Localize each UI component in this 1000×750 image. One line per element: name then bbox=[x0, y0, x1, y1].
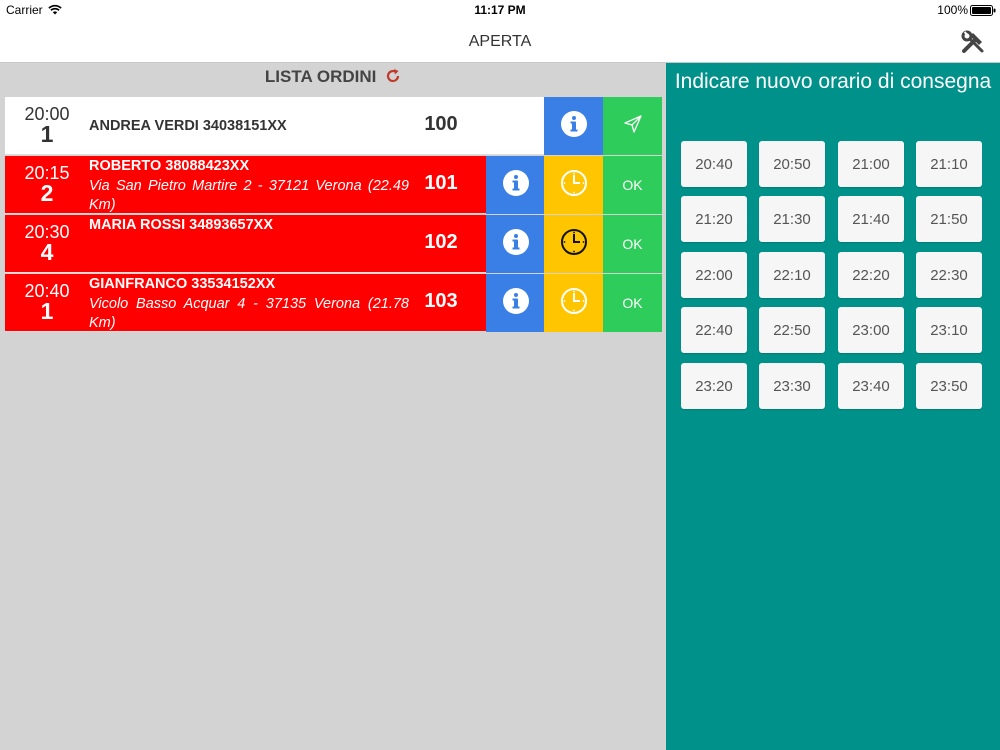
time-slot-button[interactable]: 21:20 bbox=[681, 196, 747, 242]
time-slot-button[interactable]: 22:50 bbox=[759, 307, 825, 353]
delivery-time-panel: Indicare nuovo orario di consegna 20:40 2… bbox=[666, 63, 1000, 750]
tools-icon[interactable] bbox=[960, 29, 986, 55]
order-number: 103 bbox=[424, 290, 458, 312]
info-button[interactable] bbox=[544, 97, 603, 155]
order-customer-cell: ANDREA VERDI 34038151XX bbox=[89, 97, 411, 155]
list-header: LISTA ORDINI bbox=[0, 67, 666, 87]
info-icon bbox=[502, 228, 530, 261]
time-slot-button[interactable]: 22:40 bbox=[681, 307, 747, 353]
time-slot-button[interactable]: 21:40 bbox=[838, 196, 904, 242]
time-slot-button[interactable]: 21:10 bbox=[916, 141, 982, 187]
ok-button[interactable]: OK bbox=[603, 215, 662, 273]
clock-icon bbox=[560, 169, 588, 202]
time-slot-button[interactable]: 20:40 bbox=[681, 141, 747, 187]
refresh-icon[interactable] bbox=[385, 68, 401, 84]
change-time-button[interactable] bbox=[544, 156, 603, 214]
send-button[interactable] bbox=[603, 97, 662, 155]
order-quantity: 4 bbox=[40, 239, 54, 265]
order-time-cell: 20:15 2 bbox=[5, 156, 89, 214]
order-quantity: 1 bbox=[40, 121, 54, 147]
info-icon bbox=[502, 287, 530, 320]
time-slot-button[interactable]: 22:30 bbox=[916, 252, 982, 298]
send-icon bbox=[622, 113, 644, 140]
order-quantity: 1 bbox=[40, 298, 54, 324]
info-button[interactable] bbox=[486, 274, 545, 332]
order-row[interactable]: 20:40 1 GIANFRANCO 33534152XX Vicolo Basso … bbox=[5, 274, 662, 332]
order-customer-cell: GIANFRANCO 33534152XX Vicolo Basso Acquar… bbox=[89, 274, 411, 332]
info-button[interactable] bbox=[486, 156, 545, 214]
order-row[interactable]: 20:00 1 ANDREA VERDI 34038151XX 100 bbox=[5, 97, 662, 155]
time-slot-button[interactable]: 22:20 bbox=[838, 252, 904, 298]
time-slot-button[interactable]: 21:50 bbox=[916, 196, 982, 242]
order-customer-cell: ROBERTO 38088423XX Via San Pietro Martire… bbox=[89, 156, 411, 214]
battery-icon bbox=[970, 5, 996, 16]
nav-bar: APERTA bbox=[0, 20, 1000, 63]
time-slot-button[interactable]: 23:10 bbox=[916, 307, 982, 353]
ok-button[interactable]: OK bbox=[603, 156, 662, 214]
order-number: 101 bbox=[424, 172, 458, 194]
info-button[interactable] bbox=[486, 215, 545, 273]
customer-name: GIANFRANCO 33534152XX bbox=[89, 276, 276, 292]
customer-name: ANDREA VERDI 34038151XX bbox=[89, 118, 287, 134]
ok-label: OK bbox=[622, 236, 643, 252]
clock-icon bbox=[560, 287, 588, 320]
ok-label: OK bbox=[622, 177, 643, 193]
status-bar: Carrier 11:17 PM 100% bbox=[0, 0, 1000, 20]
customer-address: Vicolo Basso Acquar 4 - 37135 Verona (21… bbox=[89, 296, 409, 331]
battery-percent: 100% bbox=[937, 3, 968, 17]
status-time: 11:17 PM bbox=[474, 3, 526, 17]
order-number: 102 bbox=[424, 231, 458, 253]
list-title: LISTA ORDINI bbox=[264, 67, 377, 86]
info-icon bbox=[560, 110, 588, 143]
customer-name: MARIA ROSSI 34893657XX bbox=[89, 217, 274, 233]
time-slot-button[interactable]: 21:30 bbox=[759, 196, 825, 242]
order-row[interactable]: 20:15 2 ROBERTO 38088423XX Via San Pietro M… bbox=[5, 156, 662, 214]
time-slot-button[interactable]: 23:40 bbox=[838, 363, 904, 409]
ok-label: OK bbox=[622, 295, 643, 311]
time-slot-button[interactable]: 22:10 bbox=[759, 252, 825, 298]
change-time-button[interactable] bbox=[544, 215, 603, 273]
time-slot-button[interactable]: 23:30 bbox=[759, 363, 825, 409]
customer-name: ROBERTO 38088423XX bbox=[89, 158, 250, 174]
page-title: APERTA bbox=[468, 33, 532, 50]
delivery-title: Indicare nuovo orario di consegna bbox=[674, 70, 992, 93]
order-quantity: 2 bbox=[40, 180, 54, 206]
customer-address: Via San Pietro Martire 2 - 37121 Verona … bbox=[89, 178, 409, 213]
clock-icon bbox=[560, 228, 588, 261]
time-slot-button[interactable]: 23:50 bbox=[916, 363, 982, 409]
order-number: 100 bbox=[424, 113, 458, 135]
order-time-cell: 20:30 4 bbox=[5, 215, 89, 273]
orders-pane: LISTA ORDINI 20:00 1 ANDREA VERDI 34038151… bbox=[0, 63, 666, 750]
ok-button[interactable]: OK bbox=[603, 274, 662, 332]
change-time-button[interactable] bbox=[544, 274, 603, 332]
time-slot-button[interactable]: 20:50 bbox=[759, 141, 825, 187]
info-icon bbox=[502, 169, 530, 202]
time-slot-button[interactable]: 21:00 bbox=[838, 141, 904, 187]
order-time-cell: 20:00 1 bbox=[5, 97, 89, 155]
time-slot-button[interactable]: 23:00 bbox=[838, 307, 904, 353]
order-customer-cell: MARIA ROSSI 34893657XX bbox=[89, 215, 411, 273]
time-slot-button[interactable]: 22:00 bbox=[681, 252, 747, 298]
time-slot-button[interactable]: 23:20 bbox=[681, 363, 747, 409]
order-time-cell: 20:40 1 bbox=[5, 274, 89, 332]
order-row[interactable]: 20:30 4 MARIA ROSSI 34893657XX 102 OK bbox=[5, 215, 662, 273]
